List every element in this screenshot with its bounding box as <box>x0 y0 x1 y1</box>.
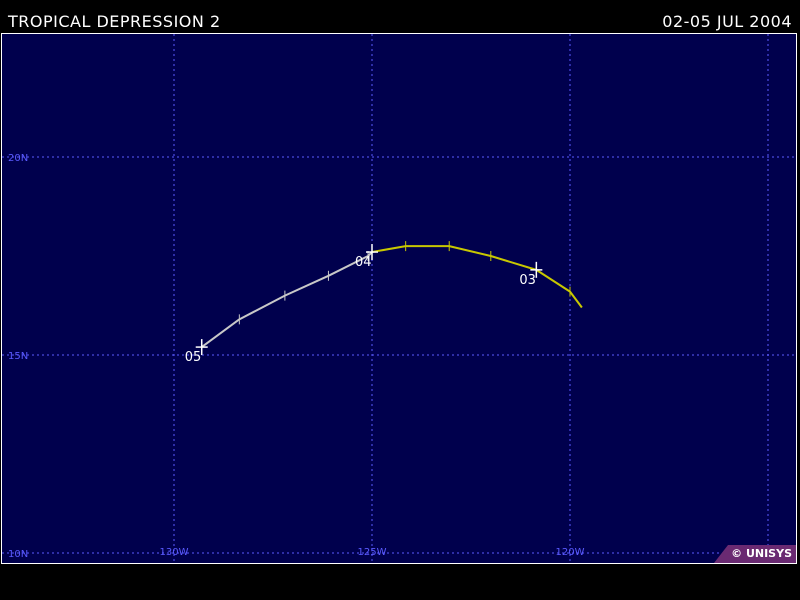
grid-label-lat: 15N <box>8 351 28 362</box>
grid-label-lat: 10N <box>8 549 28 560</box>
track-segment <box>490 255 537 271</box>
day-label: 05 <box>185 350 202 365</box>
day-label: 04 <box>355 255 372 270</box>
track-map-svg: 130W125W120W115W20N15N10N030405 <box>2 34 796 563</box>
track-segment <box>284 274 329 297</box>
track-map: 130W125W120W115W20N15N10N030405 © UNISYS <box>1 33 797 564</box>
day-label: 03 <box>519 273 536 288</box>
storm-title: TROPICAL DEPRESSION 2 <box>8 12 221 31</box>
grid-label-lat: 20N <box>8 153 28 164</box>
track-segment <box>371 245 406 254</box>
grid-label-lon: 120W <box>556 547 585 558</box>
track-segment <box>448 245 492 257</box>
date-range: 02-05 JUL 2004 <box>662 12 792 31</box>
track-segment <box>201 318 240 348</box>
track-segment <box>535 269 571 293</box>
track-segment <box>238 294 286 321</box>
track-segment <box>569 291 583 309</box>
unisys-credit-badge: © UNISYS <box>714 545 796 563</box>
